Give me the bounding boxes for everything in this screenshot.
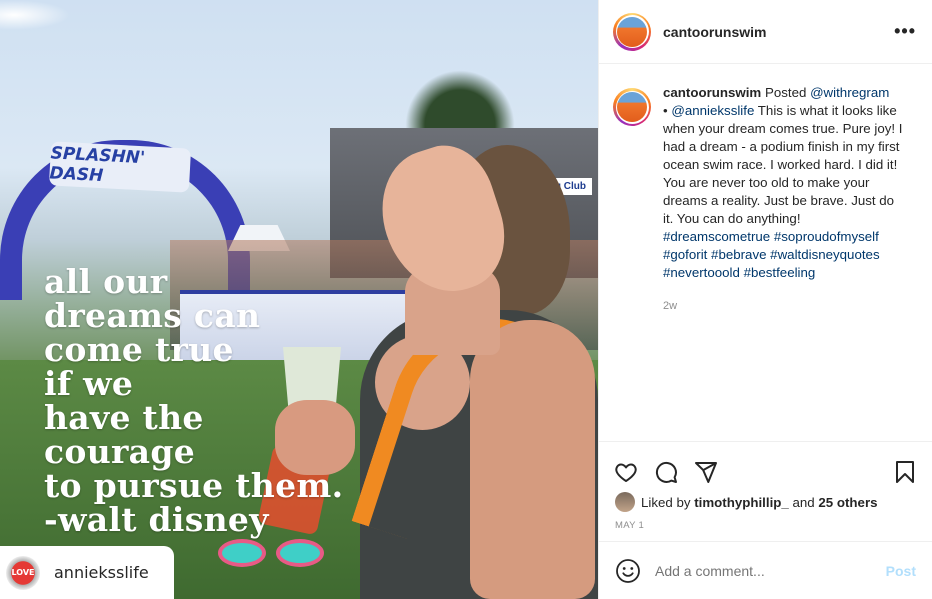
swimmer-arm: [470, 320, 595, 599]
caption: cantoorunswim Posted @withregram • @anni…: [613, 84, 916, 315]
liked-by-and: and: [792, 494, 815, 510]
share-icon[interactable]: [693, 459, 719, 485]
post-photo[interactable]: ing Club SPLASHN' DASH all our dreams ca…: [0, 0, 598, 599]
comment-input[interactable]: [655, 562, 886, 579]
bookmark-icon[interactable]: [892, 459, 918, 485]
caption-age[interactable]: 2w: [663, 297, 905, 315]
header-username[interactable]: cantoorunswim: [663, 24, 766, 40]
profile-picture: [617, 16, 647, 47]
mention-link[interactable]: @annieksslife: [671, 103, 754, 118]
action-icons: [599, 442, 932, 490]
comment-icon[interactable]: [653, 459, 679, 485]
caption-text: cantoorunswim Posted @withregram • @anni…: [663, 84, 905, 315]
cloud: [0, 0, 70, 30]
post-header: cantoorunswim •••: [599, 0, 932, 64]
liker-avatar[interactable]: [615, 492, 635, 512]
post-comment-button[interactable]: Post: [886, 563, 916, 579]
comment-bar: Post: [599, 541, 932, 599]
heart-icon[interactable]: [613, 459, 639, 485]
repost-username: annieksslife: [54, 563, 149, 582]
emoji-icon[interactable]: [615, 558, 641, 584]
via-link[interactable]: @withregram: [810, 85, 889, 100]
caption-body: This is what it looks like when your dre…: [663, 103, 903, 226]
post-actions: Liked by timothyphillip_ and 25 others M…: [599, 441, 932, 541]
repost-avatar: LOVE: [6, 555, 40, 590]
quote-overlay: all our dreams can come true if we have …: [44, 262, 344, 539]
caption-posted: Posted: [761, 85, 811, 100]
avatar[interactable]: [613, 12, 651, 51]
liked-by-user[interactable]: timothyphillip_: [694, 495, 789, 510]
caption-profile-picture: [617, 92, 647, 122]
hashtags[interactable]: #dreamscometrue #soproudofmyself #gofori…: [663, 229, 880, 280]
event-banner: SPLASHN' DASH: [48, 141, 192, 193]
caption-avatar[interactable]: [613, 88, 651, 126]
liked-by-prefix: Liked by: [641, 494, 691, 510]
post-date[interactable]: MAY 1: [599, 514, 932, 531]
swim-goggles: [218, 533, 330, 573]
repost-credit[interactable]: LOVE annieksslife: [0, 546, 174, 599]
more-options-icon[interactable]: •••: [894, 21, 916, 42]
liked-by-others[interactable]: 25 others: [818, 495, 877, 510]
instagram-post: ing Club SPLASHN' DASH all our dreams ca…: [0, 0, 932, 599]
post-sidebar: cantoorunswim ••• cantoorunswim Posted @…: [598, 0, 932, 599]
likes-summary: Liked by timothyphillip_ and 25 others: [599, 490, 932, 514]
caption-username[interactable]: cantoorunswim: [663, 85, 761, 100]
